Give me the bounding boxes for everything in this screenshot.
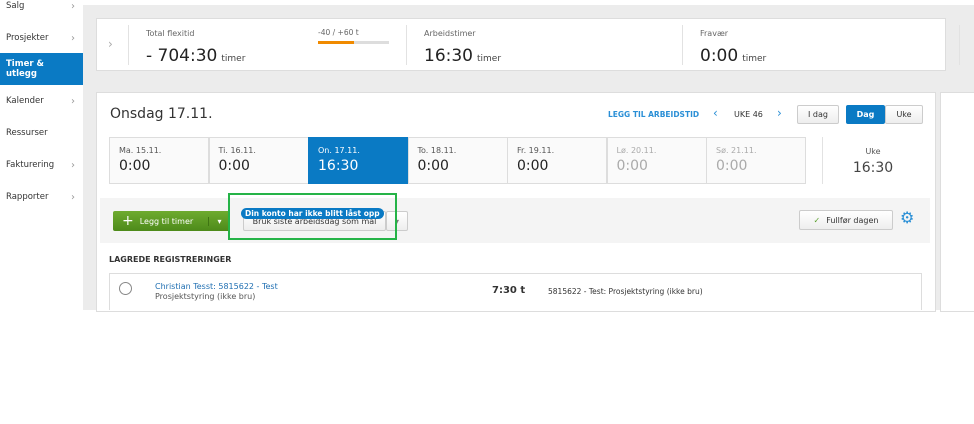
saved-heading: LAGREDE REGISTRERINGER [109,255,232,264]
prev-week-icon[interactable]: ‹ [713,106,718,120]
label: Ressurser [6,128,48,138]
label: Timer & utlegg [6,59,44,79]
unit: timer [477,54,502,64]
gear-icon[interactable]: ⚙ [900,208,914,227]
chevron-right-icon: › [71,32,75,44]
plus-icon: + [122,213,134,229]
sidebar-item-fakturering[interactable]: Fakturering › [0,149,83,181]
table-row[interactable]: Christian Tesst: 5815622 - Test Prosjekt… [109,273,922,310]
divider [128,25,129,65]
summary-card: › Total flexitid - 704:30 timer -40 / +60… [96,18,960,71]
check-icon: ✓ [813,215,821,225]
clock-icon [119,282,132,295]
day-date: On. 17.11. [318,146,360,155]
label: Legg til timer [139,216,194,226]
day-tile[interactable]: Ma. 15.11. 0:00 [109,137,209,184]
view-week-button[interactable]: Uke [885,105,923,124]
highlight-box [228,193,397,240]
chevron-right-icon[interactable]: › [108,37,113,51]
unit: timer [221,54,246,64]
row-hours: 7:30 t [492,285,526,296]
app: Salg › Prosjekter › Timer & utlegg Kalende… [0,0,974,312]
flex-value: - 704:30 timer [146,46,245,66]
flex-label: Total flexitid [146,29,195,38]
sidebar-item-prosjekter[interactable]: Prosjekter › [0,22,83,54]
work-value: 16:30 timer [424,46,501,66]
work-label: Arbeidstimer [424,29,476,38]
label: Salg [6,1,25,11]
week-total-value: 16:30 [852,160,894,176]
label: Fakturering [6,160,55,170]
sidebar-item-ressurser[interactable]: Ressurser [0,117,83,149]
day-tile[interactable]: Lø. 20.11. 0:00 [606,137,707,184]
label: Rapporter [6,192,49,202]
flex-range: -40 / +60 t [318,28,359,37]
day-hours: 0:00 [616,158,648,174]
day-hours: 16:30 [318,158,359,174]
day-date: Fr. 19.11. [517,146,555,155]
day-hours: 0:00 [218,158,250,174]
sidebar-item-timer[interactable]: Timer & utlegg [0,53,83,85]
divider [406,25,407,65]
value: 0:00 [700,46,739,66]
divider [682,25,683,65]
day-hours: 0:00 [119,158,151,174]
day-hours: 0:00 [417,158,449,174]
next-week-icon[interactable]: › [777,106,782,120]
day-date: Ma. 15.11. [119,146,162,155]
day-hours: 0:00 [716,158,748,174]
label: Fullfør dagen [826,215,879,225]
week-label: UKE 46 [734,110,763,119]
divider [822,137,823,184]
chevron-down-icon[interactable]: ▾ [208,216,230,226]
day-date: Ti. 16.11. [218,146,256,155]
day-date: Lø. 20.11. [616,146,657,155]
day-date: Sø. 21.11. [716,146,757,155]
sidebar: Salg › Prosjekter › Timer & utlegg Kalende… [0,0,83,310]
label: Kalender [6,96,44,106]
chevron-right-icon: › [71,191,75,203]
row-title[interactable]: Christian Tesst: 5815622 - Test [155,282,278,291]
top-strip [83,0,974,5]
day-tile[interactable]: Sø. 21.11. 0:00 [706,137,806,184]
label: Prosjekter [6,33,49,43]
sidebar-item-rapporter[interactable]: Rapporter › [0,181,83,213]
absence-label: Fravær [700,29,729,38]
day-tile[interactable]: Fr. 19.11. 0:00 [507,137,607,184]
add-hours-button[interactable]: + Legg til timer ▾ [113,211,230,231]
value: 16:30 [424,46,473,66]
today-button[interactable]: I dag [797,105,839,124]
sidebar-item-salg[interactable]: Salg › [0,0,83,22]
right-panel [940,92,974,312]
sidebar-item-kalender[interactable]: Kalender › [0,85,83,117]
row-subtitle: Prosjektstyring (ikke bru) [155,292,256,301]
day-tile[interactable]: To. 18.11. 0:00 [407,137,508,184]
week-total-label: Uke [865,147,881,156]
add-worktime-link[interactable]: LEGG TIL ARBEIDSTID [608,110,699,119]
chevron-right-icon: › [71,0,75,12]
value: - 704:30 [146,46,218,66]
flex-progress-bar [318,41,389,44]
divider [959,25,960,65]
unit: timer [742,54,767,64]
flex-progress-fill [318,41,354,44]
day-tile[interactable]: Ti. 16.11. 0:00 [208,137,309,184]
page-title: Onsdag 17.11. [110,106,213,122]
row-description: 5815622 - Test: Prosjektstyring (ikke br… [548,287,703,296]
day-hours: 0:00 [517,158,549,174]
day-date: To. 18.11. [417,146,457,155]
view-day-button[interactable]: Dag [846,105,885,124]
finish-day-button[interactable]: ✓ Fullfør dagen [799,210,893,230]
day-tile[interactable]: On. 17.11. 16:30 [308,137,408,184]
absence-value: 0:00 timer [700,46,766,66]
chevron-right-icon: › [71,159,75,171]
chevron-right-icon: › [71,95,75,107]
